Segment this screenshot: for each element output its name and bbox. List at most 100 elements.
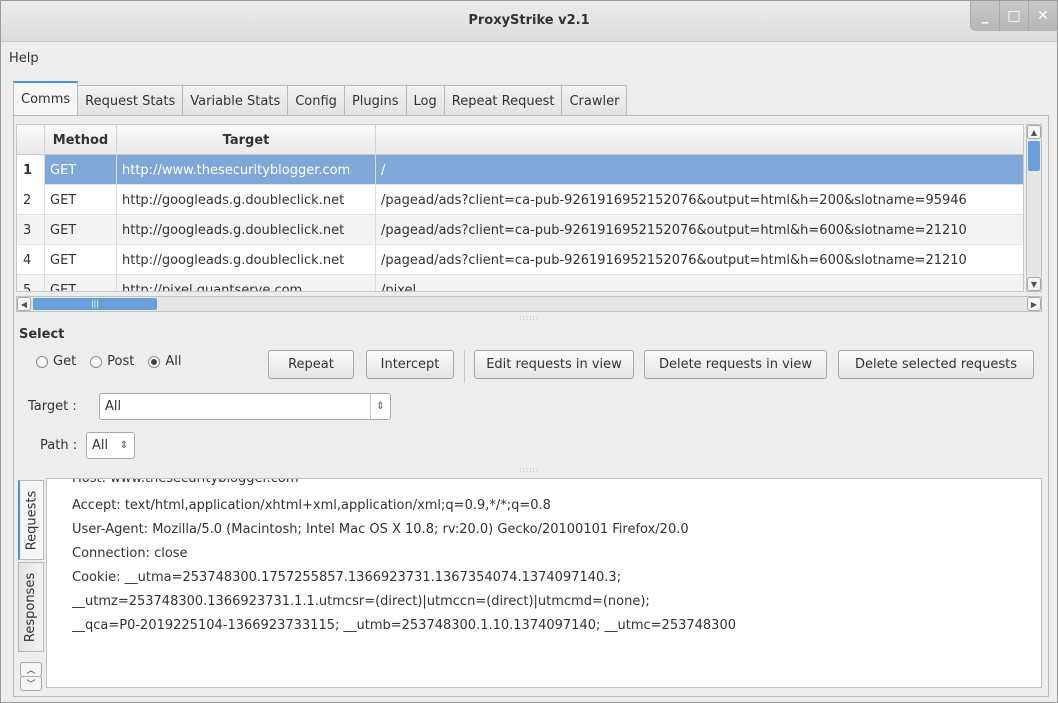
row-method: GET <box>45 155 117 185</box>
tab-log[interactable]: Log <box>406 85 445 116</box>
scroll-left-icon[interactable]: ◀ <box>17 297 31 311</box>
request-line: Accept: text/html,application/xhtml+xml,… <box>72 498 551 513</box>
scroll-thumb[interactable] <box>1028 141 1040 171</box>
radio-get-label: Get <box>53 354 77 369</box>
scroll-down-icon[interactable]: ▼ <box>1027 277 1041 291</box>
radio-all-label: All <box>165 354 182 369</box>
row-target: http://pixel.quantserve.com <box>117 275 376 291</box>
row-method: GET <box>45 185 117 215</box>
path-select-value: All <box>92 438 109 453</box>
select-label: Select <box>19 327 65 342</box>
splitter-grip-icon[interactable]: :::::: <box>519 314 539 322</box>
tab-request-stats[interactable]: Request Stats <box>78 85 184 116</box>
path-select[interactable]: All ⇕ <box>86 432 135 459</box>
radio-get-indicator[interactable] <box>36 355 48 368</box>
requests-table: Method Target 1 GET http://www.thesecuri… <box>16 124 1024 292</box>
title-bar: ProxyStrike v2.1 _ □ ✕ <box>1 1 1057 42</box>
row-path: /pagead/ads?client=ca-pub-92619169521520… <box>381 192 967 208</box>
detail-pane: Requests Responses ︿ ﹀ Host: www.thesecu… <box>16 476 1042 692</box>
table-vertical-scrollbar[interactable]: ▲ ▼ <box>1026 124 1042 292</box>
tab-responses-label: Responses <box>23 572 39 642</box>
row-path: /pagead/ads?client=ca-pub-92619169521520… <box>381 222 967 238</box>
table-row[interactable]: 2 GET http://googleads.g.doubleclick.net… <box>17 185 1023 215</box>
edit-requests-button[interactable]: Edit requests in view <box>474 350 634 379</box>
repeat-button[interactable]: Repeat <box>268 350 354 379</box>
radio-all-indicator[interactable] <box>148 355 161 368</box>
table-header: Method Target <box>17 125 1023 155</box>
row-path: /pixel <box>381 282 417 292</box>
scroll-right-icon[interactable]: ▶ <box>1027 297 1041 311</box>
row-target: http://googleads.g.doubleclick.net <box>117 215 376 245</box>
table-row[interactable]: 1 GET http://www.thesecurityblogger.com … <box>17 155 1023 185</box>
window-controls: _ □ ✕ <box>970 1 1057 33</box>
chevron-down-icon[interactable]: ﹀ <box>20 676 42 691</box>
request-line: Host: www.thesecurityblogger.com <box>72 478 299 486</box>
header-number <box>17 125 45 155</box>
row-number: 1 <box>17 155 45 185</box>
table-row[interactable]: 5 GET http://pixel.quantserve.com /pixel <box>17 275 1023 292</box>
menu-bar: Help <box>1 42 1057 72</box>
main-tabs: Comms Request Stats Variable Stats Confi… <box>13 81 628 116</box>
maximize-button[interactable]: □ <box>999 1 1028 31</box>
table-horizontal-scrollbar[interactable]: ◀ ||| ▶ <box>16 296 1042 312</box>
menu-help[interactable]: Help <box>9 51 39 66</box>
row-method: GET <box>45 215 117 245</box>
tab-crawler[interactable]: Crawler <box>562 85 628 116</box>
splitter-grip-icon[interactable]: :::::: <box>519 466 539 474</box>
target-select-value: All <box>105 399 122 414</box>
toolbar-separator <box>464 350 465 383</box>
table-row[interactable]: 4 GET http://googleads.g.doubleclick.net… <box>17 245 1023 275</box>
intercept-button[interactable]: Intercept <box>366 350 454 379</box>
scroll-up-icon[interactable]: ▲ <box>1027 125 1041 139</box>
chevron-updown-icon: ⇕ <box>119 440 129 451</box>
header-method[interactable]: Method <box>45 125 117 155</box>
tab-repeat-request[interactable]: Repeat Request <box>444 85 563 116</box>
row-target: http://googleads.g.doubleclick.net <box>117 245 376 275</box>
radio-post[interactable]: Post <box>90 354 134 369</box>
table-row[interactable]: 3 GET http://googleads.g.doubleclick.net… <box>17 215 1023 245</box>
target-label: Target : <box>28 399 77 414</box>
radio-get[interactable]: Get <box>36 354 76 369</box>
radio-post-indicator[interactable] <box>90 355 103 368</box>
tab-responses[interactable]: Responses <box>18 562 44 652</box>
header-target[interactable]: Target <box>117 125 376 155</box>
window-title: ProxyStrike v2.1 <box>468 13 590 28</box>
row-method: GET <box>45 245 117 275</box>
radio-all[interactable]: All <box>148 354 182 369</box>
comms-panel: Method Target 1 GET http://www.thesecuri… <box>13 115 1049 697</box>
radio-post-label: Post <box>107 354 135 369</box>
delete-requests-in-view-button[interactable]: Delete requests in view <box>644 350 827 379</box>
delete-selected-requests-button[interactable]: Delete selected requests <box>838 350 1034 379</box>
row-target: http://googleads.g.doubleclick.net <box>117 185 376 215</box>
close-button[interactable]: ✕ <box>1028 1 1057 31</box>
row-number: 3 <box>17 215 45 245</box>
tab-plugins[interactable]: Plugins <box>344 85 407 116</box>
tab-requests[interactable]: Requests <box>18 480 44 560</box>
app-window: ProxyStrike v2.1 _ □ ✕ Help Comms Reques… <box>0 0 1058 703</box>
row-path: /pagead/ads?client=ca-pub-92619169521520… <box>381 252 967 268</box>
request-line: Connection: close <box>72 546 188 561</box>
row-method: GET <box>45 275 117 291</box>
tab-config[interactable]: Config <box>288 85 345 116</box>
target-select[interactable]: All ⇕ <box>99 393 391 420</box>
chevron-updown-icon: ⇕ <box>370 394 390 419</box>
request-line: Cookie: __utma=253748300.1757255857.1366… <box>72 570 622 585</box>
path-label: Path : <box>40 438 78 453</box>
row-number: 2 <box>17 185 45 215</box>
minimize-button[interactable]: _ <box>970 1 999 31</box>
tab-comms[interactable]: Comms <box>13 81 79 116</box>
request-text-area[interactable]: Host: www.thesecurityblogger.com Accept:… <box>46 478 1042 688</box>
scroll-thumb[interactable]: ||| <box>33 298 157 310</box>
chevron-up-icon[interactable]: ︿ <box>20 662 42 677</box>
row-number: 5 <box>17 275 45 291</box>
row-path: / <box>381 162 386 178</box>
row-number: 4 <box>17 245 45 275</box>
request-line: User-Agent: Mozilla/5.0 (Macintosh; Inte… <box>72 522 689 537</box>
row-target: http://www.thesecurityblogger.com <box>117 155 376 185</box>
tab-requests-label: Requests <box>24 490 39 550</box>
method-radio-group: Get Post All <box>36 354 188 369</box>
request-line: __qca=P0-2019225104-1366923733115; __utm… <box>72 618 736 633</box>
header-path[interactable] <box>376 125 1023 155</box>
tab-variable-stats[interactable]: Variable Stats <box>183 85 289 116</box>
request-line: __utmz=253748300.1366923731.1.1.utmcsr=(… <box>72 594 650 609</box>
